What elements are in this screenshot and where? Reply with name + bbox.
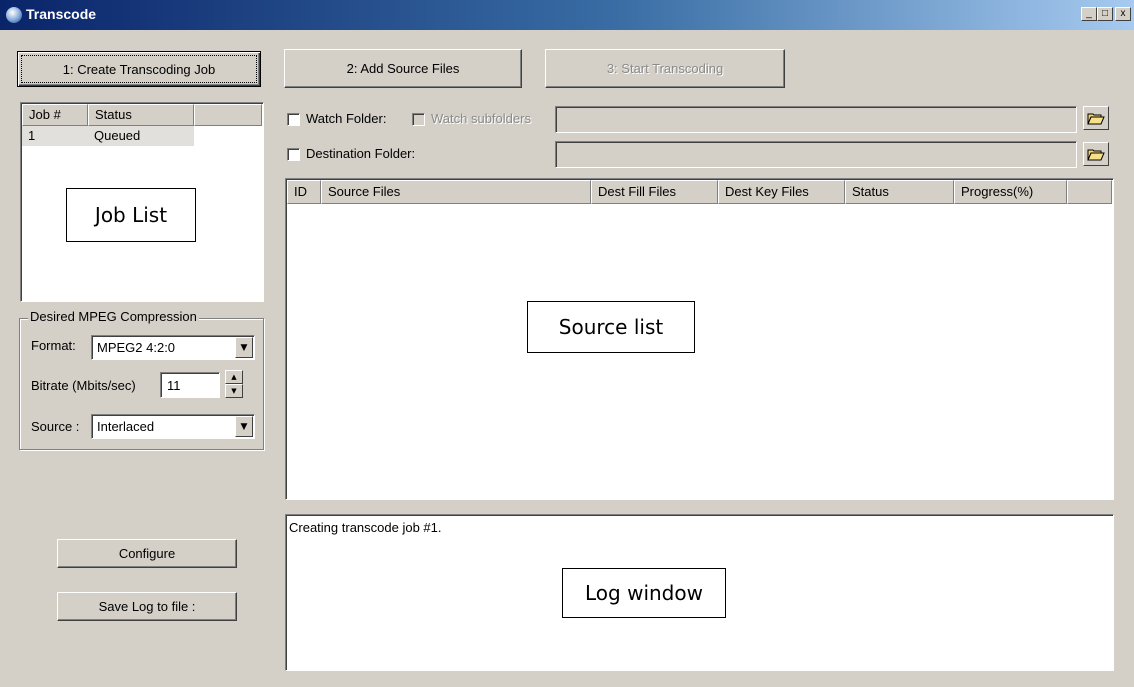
browse-watch-folder-button[interactable] [1083,106,1109,130]
log-window[interactable]: Creating transcode job #1. Log window [285,514,1114,671]
bitrate-label: Bitrate (Mbits/sec) [31,378,136,393]
start-transcoding-button[interactable]: 3: Start Transcoding [545,49,785,88]
job-row-status: Queued [94,128,141,143]
bitrate-input-value: 11 [167,378,181,393]
close-button[interactable]: x [1115,7,1131,21]
log-text: Creating transcode job #1. [289,520,442,535]
job-row[interactable]: 1 Queued [22,126,194,146]
watch-folder-label: Watch Folder: [306,111,387,126]
source-label: Source : [31,419,80,434]
spin-down-icon[interactable]: ▼ [225,384,243,398]
maximize-button[interactable]: □ [1097,7,1113,21]
id-column-header[interactable]: ID [287,180,321,204]
watch-subfolders-checkbox[interactable] [412,113,425,126]
create-job-button[interactable]: 1: Create Transcoding Job [17,51,261,87]
open-folder-icon [1087,149,1105,160]
dest-fill-files-column-header[interactable]: Dest Fill Files [591,180,718,204]
open-folder-icon [1087,113,1105,124]
job-list-filler-header [194,104,262,126]
app-globe-icon[interactable] [6,7,22,23]
source-files-column-header[interactable]: Source Files [321,180,591,204]
watch-folder-checkbox[interactable] [287,113,300,126]
job-row-number: 1 [28,128,36,143]
mpeg-compression-group-label: Desired MPEG Compression [28,309,199,324]
source-status-column-header[interactable]: Status [845,180,954,204]
log-window-annotation: Log window [562,568,726,618]
format-select[interactable]: MPEG2 4:2:0 ▼ [91,335,255,360]
progress-column-header[interactable]: Progress(%) [954,180,1067,204]
job-number-column-header[interactable]: Job # [22,104,88,126]
format-label: Format: [31,338,76,353]
save-log-button[interactable]: Save Log to file : [57,592,237,621]
bitrate-input[interactable]: 11 [160,372,220,398]
format-select-value: MPEG2 4:2:0 [97,340,176,355]
add-source-files-button[interactable]: 2: Add Source Files [284,49,522,88]
job-status-column-header[interactable]: Status [88,104,194,126]
browse-destination-folder-button[interactable] [1083,142,1109,166]
source-list[interactable]: ID Source Files Dest Fill Files Dest Key… [285,178,1114,500]
source-list-filler-header [1067,180,1112,204]
destination-folder-checkbox[interactable] [287,148,300,161]
title-bar[interactable]: Transcode _ □ x [0,0,1134,30]
job-list[interactable]: Job # Status 1 Queued Job List [20,102,264,302]
destination-folder-label: Destination Folder: [306,146,416,161]
job-list-annotation: Job List [66,188,196,242]
source-list-annotation: Source list [527,301,695,353]
watch-subfolders-label: Watch subfolders [431,111,531,126]
source-select-value: Interlaced [97,419,155,434]
chevron-down-icon[interactable]: ▼ [235,337,253,358]
minimize-button[interactable]: _ [1081,7,1097,21]
destination-folder-field[interactable] [555,141,1077,168]
window-title: Transcode [26,6,97,22]
watch-folder-field[interactable] [555,106,1077,133]
source-select[interactable]: Interlaced ▼ [91,414,255,439]
spin-up-icon[interactable]: ▲ [225,370,243,384]
transcode-window: Transcode _ □ x 1: Create Transcoding Jo… [0,0,1134,687]
dest-key-files-column-header[interactable]: Dest Key Files [718,180,845,204]
configure-button[interactable]: Configure [57,539,237,568]
chevron-down-icon[interactable]: ▼ [235,416,253,437]
